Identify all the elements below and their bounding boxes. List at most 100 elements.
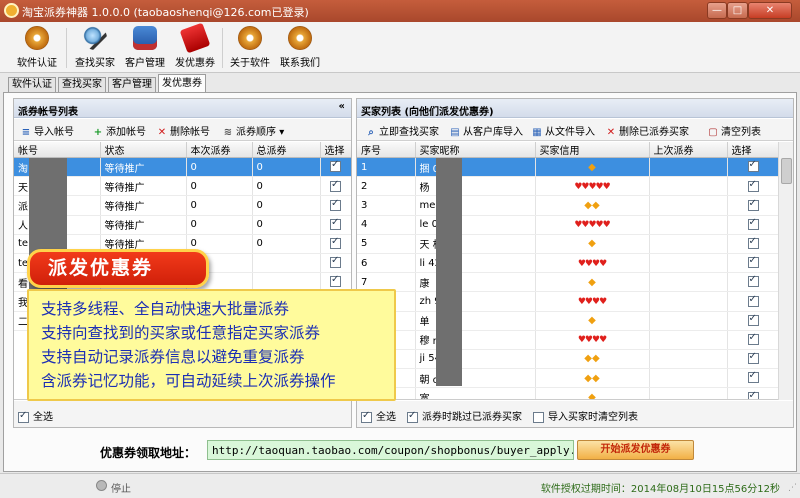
toolbar-find-buyer-button[interactable]: 查找买家 [71, 26, 119, 70]
buyer-row[interactable]: 1捆 01 ◆ [357, 157, 778, 178]
row-checkbox[interactable] [747, 198, 759, 211]
column-header[interactable]: 买家信用 [535, 142, 650, 158]
coupon-url-field[interactable]: http://taoquan.taobao.com/coupon/shopbon… [207, 440, 574, 460]
buyer-scrollbar[interactable] [778, 142, 793, 400]
toolbar-button-label: 发优惠券 [175, 58, 215, 69]
start-send-button[interactable]: 开始派发优惠券 [577, 440, 694, 460]
title-bar[interactable]: 淘宝派券神器 1.0.0.0 (taobaoshenqi@126.com已登录)… [0, 0, 800, 22]
toolbar-auth-button[interactable]: 软件认证 [12, 26, 62, 70]
column-header[interactable]: 本次派券 [186, 142, 253, 158]
clear-on-import-checkbox[interactable]: 导入买家时清空列表 [533, 408, 638, 423]
select-all-buyers-checkbox[interactable]: 全选 [361, 408, 396, 423]
row-checkbox[interactable] [747, 370, 759, 384]
toolbar-send-coupon-button[interactable]: 发优惠券 [171, 22, 219, 70]
import-from-customers-button[interactable]: ▤ 从客户库导入 [449, 123, 523, 138]
buyer-nick-cell: 单 [415, 311, 536, 331]
buyer-row[interactable]: 3me 666 ◆◆ [357, 195, 778, 216]
add-account-button[interactable]: + 添加帐号 [92, 123, 146, 138]
database-icon [133, 26, 157, 50]
delete-icon: ✕ [157, 127, 167, 138]
find-buyer-now-button[interactable]: ⌕ 立即查找买家 [365, 123, 439, 138]
row-checkbox[interactable] [330, 255, 341, 269]
row-checkbox[interactable] [747, 236, 759, 250]
row-checkbox[interactable] [747, 217, 759, 230]
buyer-row[interactable]: 9单◆ [357, 311, 778, 331]
chevron-down-icon: ▾ [279, 127, 285, 138]
buyer-select-cell [727, 349, 778, 370]
row-checkbox[interactable] [747, 351, 759, 365]
row-checkbox[interactable] [747, 255, 759, 269]
column-header[interactable]: 帐号 [14, 142, 101, 158]
row-checkbox[interactable] [747, 313, 759, 326]
checkbox[interactable] [361, 410, 372, 423]
buyer-row[interactable]: 12朝 ol◆◆ [357, 368, 778, 389]
scrollbar-thumb[interactable] [781, 158, 792, 184]
buyer-row[interactable]: 8zh 911♥♥♥♥ [357, 291, 778, 312]
account-total-cell [252, 253, 321, 274]
column-header[interactable]: 买家昵称 [415, 142, 536, 158]
import-from-file-button[interactable]: ▦ 从文件导入 [531, 123, 595, 138]
account-total-cell: 0 [252, 176, 321, 197]
buyer-credit-cell: ◆ [535, 157, 650, 178]
row-checkbox[interactable] [747, 179, 759, 192]
buyer-row[interactable]: 2 杨 ♥♥♥♥♥ [357, 176, 778, 197]
tool-label: 删除已派券买家 [619, 127, 689, 138]
row-checkbox[interactable] [330, 198, 341, 211]
buyer-nick-cell: le 01 [415, 215, 536, 235]
delete-sent-buyers-button[interactable]: ✕ 删除已派券买家 [605, 123, 689, 138]
tab-auth[interactable]: 软件认证 [8, 77, 56, 92]
row-checkbox[interactable] [330, 159, 341, 173]
close-button[interactable]: ✕ [748, 2, 792, 19]
column-header[interactable]: 总派券 [252, 142, 321, 158]
column-header[interactable]: 序号 [357, 142, 416, 158]
row-checkbox[interactable] [747, 294, 759, 307]
toolbar-contact-button[interactable]: 联系我们 [276, 26, 324, 70]
column-header[interactable]: 上次派券 [649, 142, 728, 158]
buyer-row[interactable]: 6 li 425 ♥♥♥♥ [357, 253, 778, 274]
row-checkbox[interactable] [747, 274, 759, 288]
delete-account-button[interactable]: ✕ 删除帐号 [156, 123, 210, 138]
checkbox[interactable] [533, 411, 544, 423]
tab-strip: 软件认证 查找买家 客户管理 发优惠券 [0, 74, 800, 92]
row-checkbox[interactable] [330, 217, 341, 230]
buyer-nick-cell: 杨 [415, 176, 536, 197]
import-account-button[interactable]: ≡ 导入帐号 [20, 123, 74, 138]
account-select-cell [320, 215, 351, 235]
tab-customer[interactable]: 客户管理 [108, 77, 156, 92]
minimize-button[interactable]: — [707, 2, 727, 19]
checkbox[interactable] [407, 410, 418, 423]
maximize-button[interactable]: □ [727, 2, 748, 19]
resize-grip-icon[interactable]: ⋰ [788, 483, 797, 493]
column-header[interactable]: 选择 [320, 142, 351, 158]
row-checkbox[interactable] [330, 236, 341, 250]
checkbox[interactable] [18, 410, 29, 423]
tab-send-coupon[interactable]: 发优惠券 [158, 74, 206, 92]
toolbar-about-button[interactable]: 关于软件 [226, 26, 274, 70]
buyer-row[interactable]: 4 le 01 ♥♥♥♥♥ [357, 215, 778, 235]
order-dropdown-button[interactable]: ≋ 派券顺序 ▾ [222, 123, 284, 138]
buyer-row[interactable]: 7 康 ◆ [357, 272, 778, 293]
select-all-accounts-checkbox[interactable]: 全选 [18, 408, 53, 423]
row-checkbox[interactable] [747, 159, 759, 173]
clear-list-button[interactable]: ▢ 清空列表 [707, 123, 761, 138]
promo-line: 含派券记忆功能，可自动延续上次派券操作 [41, 372, 336, 390]
tab-find-buyer[interactable]: 查找买家 [58, 77, 106, 92]
buyer-row[interactable]: 5天 相框 ◆ [357, 234, 778, 254]
coupon-url-row: 优惠券领取地址： http://taoquan.taobao.com/coupo… [0, 432, 800, 462]
buyer-row[interactable]: 11ji 5442◆◆ [357, 349, 778, 370]
buyer-last-sent-cell [649, 234, 728, 254]
heart-icon: ♥♥♥♥ [577, 258, 607, 269]
skip-sent-buyers-checkbox[interactable]: 派券时跳过已派券买家 [407, 408, 522, 423]
column-header[interactable]: 状态 [100, 142, 187, 158]
row-checkbox[interactable] [330, 274, 341, 288]
toolbar-customer-button[interactable]: 客户管理 [121, 26, 169, 70]
collapse-icon[interactable]: « [339, 101, 345, 112]
row-checkbox[interactable] [330, 179, 341, 192]
buyer-row[interactable]: 13宽◆ [357, 387, 778, 399]
column-header[interactable]: 选择 [727, 142, 778, 158]
row-checkbox[interactable] [747, 332, 759, 346]
buyer-no-cell: 5 [357, 234, 416, 254]
toolbar-button-label: 查找买家 [75, 58, 115, 69]
row-checkbox[interactable] [747, 390, 759, 399]
buyer-row[interactable]: 10穆 r♥♥♥♥ [357, 330, 778, 350]
